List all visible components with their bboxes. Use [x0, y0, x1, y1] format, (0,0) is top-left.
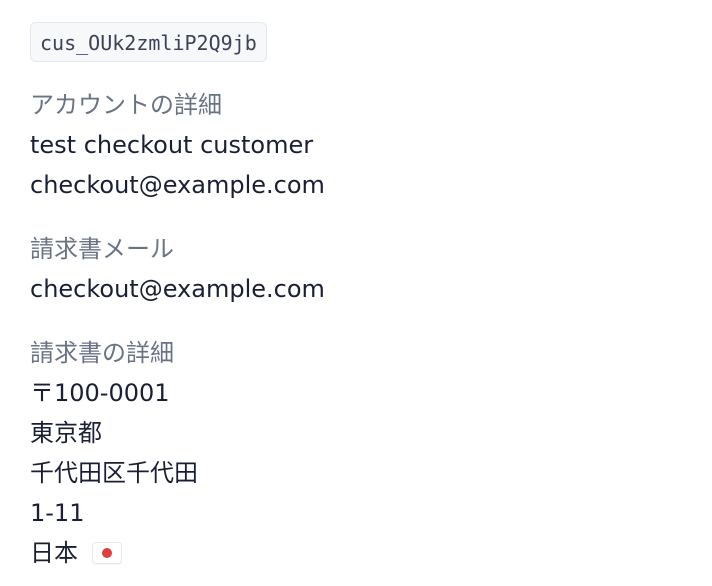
customer-details-panel: cus_OUk2zmliP2Q9jb アカウントの詳細 test checkou…: [30, 22, 690, 573]
invoice-email-section: 請求書メール checkout@example.com: [30, 229, 690, 309]
billing-country: 日本: [30, 539, 78, 567]
account-details-section: アカウントの詳細 test checkout customer checkout…: [30, 85, 690, 205]
billing-details-section: 請求書の詳細 〒100-0001 東京都 千代田区千代田 1-11 日本: [30, 333, 690, 573]
account-email: checkout@example.com: [30, 171, 325, 199]
account-details-title: アカウントの詳細: [30, 91, 222, 119]
billing-address-line: 1-11: [30, 499, 85, 527]
billing-prefecture: 東京都: [30, 419, 102, 447]
billing-country-row: 日本: [30, 533, 690, 573]
japan-flag-icon: [92, 542, 122, 564]
japan-flag-circle: [102, 548, 112, 558]
billing-postal-code: 〒100-0001: [30, 379, 170, 407]
invoice-email-value: checkout@example.com: [30, 275, 325, 303]
invoice-email-title: 請求書メール: [30, 235, 174, 263]
customer-id-badge[interactable]: cus_OUk2zmliP2Q9jb: [30, 22, 267, 62]
account-name: test checkout customer: [30, 131, 314, 159]
billing-city: 千代田区千代田: [30, 459, 198, 487]
billing-details-title: 請求書の詳細: [30, 339, 174, 367]
